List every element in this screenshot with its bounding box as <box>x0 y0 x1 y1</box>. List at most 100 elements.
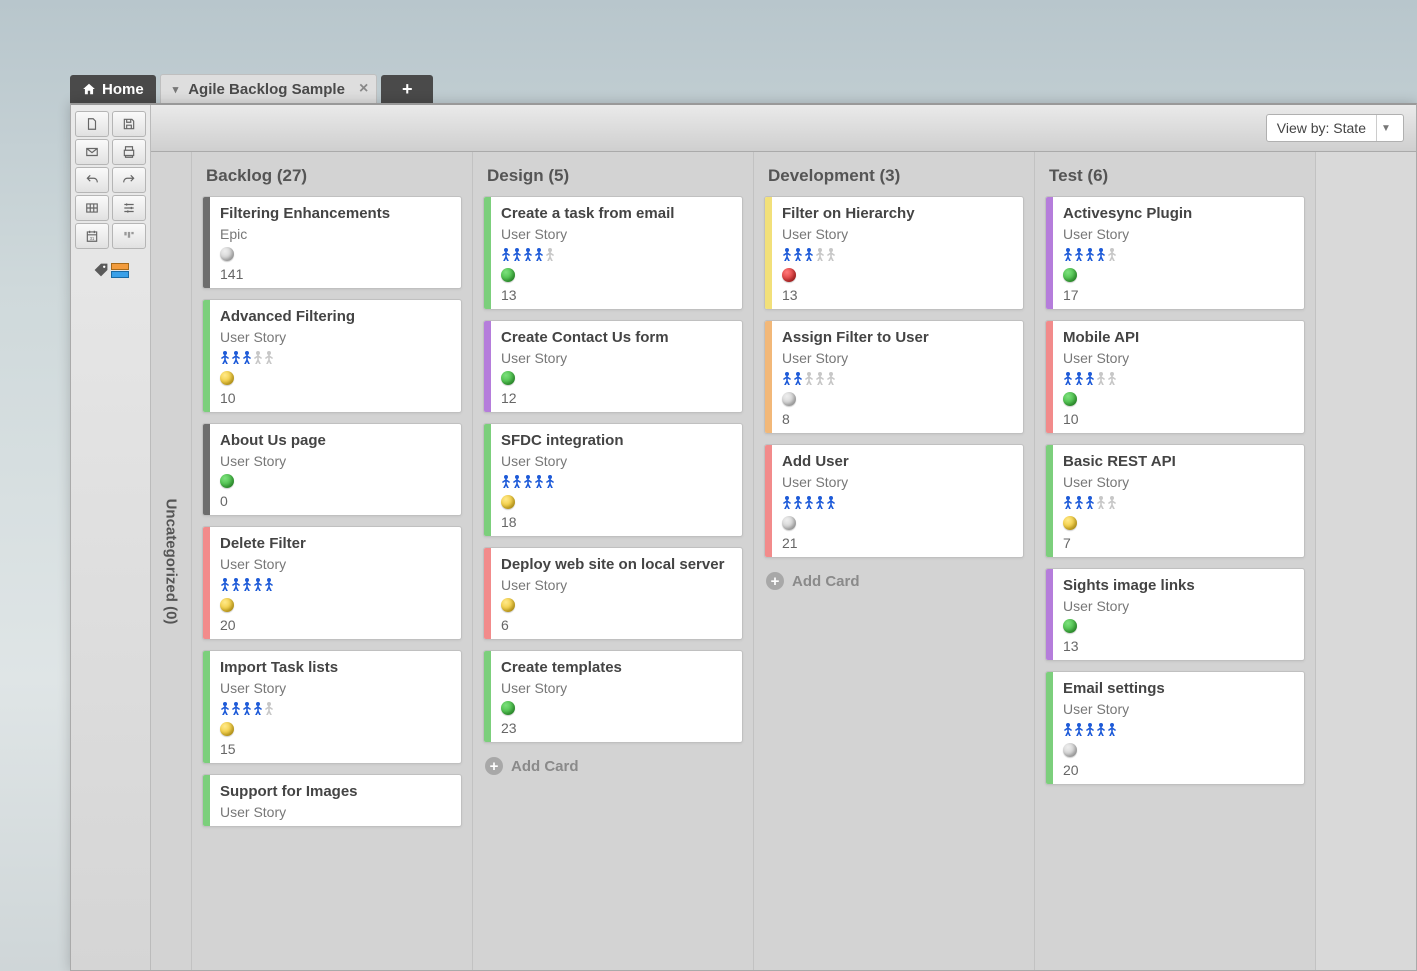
card[interactable]: Create templatesUser Story23 <box>483 650 743 743</box>
card-title: Delete Filter <box>220 535 451 553</box>
person-icon <box>512 247 522 263</box>
person-icon <box>220 350 230 366</box>
card[interactable]: Create Contact Us formUser Story12 <box>483 320 743 413</box>
card[interactable]: Basic REST APIUser Story7 <box>1045 444 1305 558</box>
lane-header[interactable]: Design (5) <box>473 152 753 196</box>
person-icon <box>231 701 241 717</box>
status-ball <box>220 474 234 488</box>
person-icon <box>534 474 544 490</box>
toolbar-sliders-button[interactable] <box>112 195 146 221</box>
card-points: 23 <box>501 720 732 736</box>
add-card-button[interactable]: +Add Card <box>483 753 743 779</box>
card-type: User Story <box>1063 226 1294 242</box>
status-ball <box>1063 743 1077 757</box>
person-icon <box>815 247 825 263</box>
card-stripe <box>484 424 491 536</box>
person-icon <box>1085 371 1095 387</box>
card[interactable]: Mobile APIUser Story10 <box>1045 320 1305 434</box>
card[interactable]: Email settingsUser Story20 <box>1045 671 1305 785</box>
card-people <box>782 371 1013 387</box>
card[interactable]: Create a task from emailUser Story13 <box>483 196 743 310</box>
card[interactable]: Filter on HierarchyUser Story13 <box>764 196 1024 310</box>
tab-home[interactable]: Home <box>70 75 156 103</box>
card-title: Filtering Enhancements <box>220 205 451 223</box>
toolbar-print-button[interactable] <box>112 139 146 165</box>
tab-file[interactable]: ▾ Agile Backlog Sample × <box>160 74 378 103</box>
toolbar-highlight-button[interactable] <box>75 257 146 283</box>
person-icon <box>220 577 230 593</box>
person-icon <box>231 350 241 366</box>
lane-header[interactable]: Backlog (27) <box>192 152 472 196</box>
redo-icon <box>122 173 136 187</box>
grid-icon <box>85 201 99 215</box>
status-ball <box>220 722 234 736</box>
card-status-row <box>1063 516 1294 530</box>
card-type: User Story <box>501 226 732 242</box>
toolbar-calendar-button[interactable]: 31 <box>75 223 109 249</box>
toolbar-board-button[interactable] <box>112 223 146 249</box>
viewby-select[interactable]: View by: State ▼ <box>1266 114 1404 142</box>
person-icon <box>264 350 274 366</box>
lane-body: Activesync PluginUser Story17Mobile APIU… <box>1035 196 1315 970</box>
tab-close-icon[interactable]: × <box>359 81 368 97</box>
toolbar-mail-button[interactable] <box>75 139 109 165</box>
person-icon <box>545 474 555 490</box>
person-icon <box>242 701 252 717</box>
person-icon <box>793 495 803 511</box>
toolbar-redo-button[interactable] <box>112 167 146 193</box>
person-icon <box>793 247 803 263</box>
toolbar-new-button[interactable] <box>75 111 109 137</box>
print-icon <box>122 145 136 159</box>
plus-icon: + <box>402 79 413 100</box>
card-people <box>1063 247 1294 263</box>
kanban-icon <box>122 229 136 243</box>
person-icon <box>1085 247 1095 263</box>
card-type: User Story <box>220 680 451 696</box>
card-points: 13 <box>501 287 732 303</box>
person-icon <box>804 495 814 511</box>
card[interactable]: Add UserUser Story21 <box>764 444 1024 558</box>
card-points: 12 <box>501 390 732 406</box>
tag-icon <box>93 262 109 278</box>
card-stripe <box>484 321 491 412</box>
tab-add[interactable]: + <box>381 75 433 103</box>
person-icon <box>804 371 814 387</box>
person-icon <box>1074 247 1084 263</box>
person-icon <box>1063 495 1073 511</box>
chevron-down-icon: ▼ <box>1376 115 1395 141</box>
card[interactable]: Sights image linksUser Story13 <box>1045 568 1305 661</box>
card[interactable]: Support for ImagesUser Story <box>202 774 462 827</box>
card[interactable]: Deploy web site on local serverUser Stor… <box>483 547 743 640</box>
status-ball <box>220 371 234 385</box>
card[interactable]: Import Task listsUser Story15 <box>202 650 462 764</box>
card[interactable]: Advanced FilteringUser Story10 <box>202 299 462 413</box>
card[interactable]: Activesync PluginUser Story17 <box>1045 196 1305 310</box>
card-status-row <box>220 598 451 612</box>
card-title: Advanced Filtering <box>220 308 451 326</box>
card-status-row <box>782 516 1013 530</box>
card-stripe <box>484 651 491 742</box>
toolbar-undo-button[interactable] <box>75 167 109 193</box>
card[interactable]: Filtering EnhancementsEpic141 <box>202 196 462 289</box>
tab-dropdown-icon[interactable]: ▾ <box>173 83 179 96</box>
status-ball <box>1063 392 1077 406</box>
board: Uncategorized (0) Backlog (27)Filtering … <box>151 152 1416 970</box>
card[interactable]: Delete FilterUser Story20 <box>202 526 462 640</box>
lane-header[interactable]: Development (3) <box>754 152 1034 196</box>
toolbar-grid-button[interactable] <box>75 195 109 221</box>
lane-body: Filtering EnhancementsEpic141 Advanced Fi… <box>192 196 472 970</box>
lane-uncategorized[interactable]: Uncategorized (0) <box>151 152 192 970</box>
card[interactable]: About Us pageUser Story0 <box>202 423 462 516</box>
toolbar-save-button[interactable] <box>112 111 146 137</box>
status-ball <box>220 247 234 261</box>
main-toolbar: View by: State ▼ <box>151 105 1416 152</box>
status-ball <box>501 598 515 612</box>
plus-circle-icon: + <box>766 572 784 590</box>
card[interactable]: Assign Filter to UserUser Story8 <box>764 320 1024 434</box>
card-title: About Us page <box>220 432 451 450</box>
add-card-button[interactable]: +Add Card <box>764 568 1024 594</box>
card-status-row <box>501 495 732 509</box>
card-points: 20 <box>1063 762 1294 778</box>
card[interactable]: SFDC integrationUser Story18 <box>483 423 743 537</box>
lane-header[interactable]: Test (6) <box>1035 152 1315 196</box>
